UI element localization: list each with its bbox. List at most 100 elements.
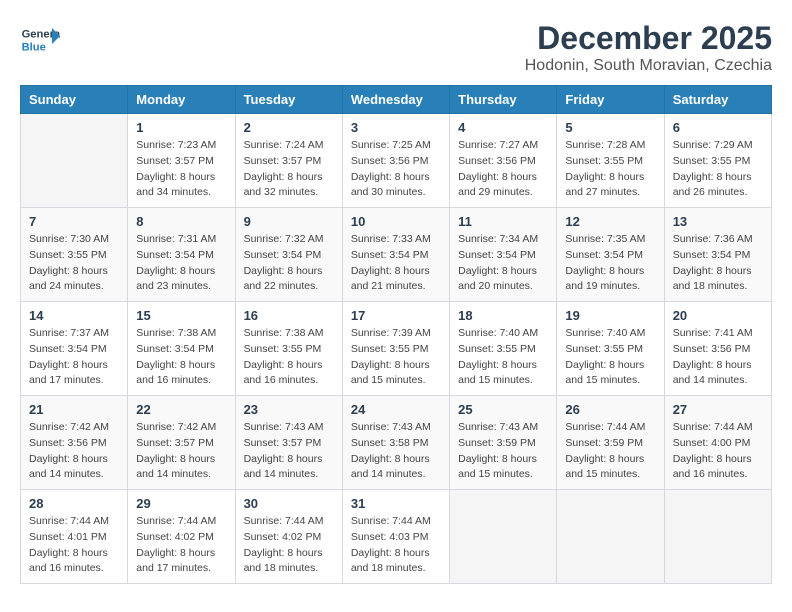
- calendar-week-row: 21Sunrise: 7:42 AM Sunset: 3:56 PM Dayli…: [21, 396, 772, 490]
- page-header: General Blue December 2025 Hodonin, Sout…: [20, 20, 772, 75]
- calendar-cell: 8 Sunrise: 7:31 AM Sunset: 3:54 PM Daylig…: [128, 208, 235, 302]
- day-number: 7: [29, 214, 119, 229]
- calendar-cell: 21Sunrise: 7:42 AM Sunset: 3:56 PM Dayli…: [21, 396, 128, 490]
- day-number: 19: [565, 308, 655, 323]
- calendar-cell: [557, 490, 664, 584]
- day-info: Sunrise: 7:43 AM Sunset: 3:59 PM Dayligh…: [458, 420, 548, 483]
- calendar-title: December 2025: [525, 20, 772, 57]
- calendar-cell: [664, 490, 771, 584]
- day-number: 21: [29, 402, 119, 417]
- calendar-header-row: SundayMondayTuesdayWednesdayThursdayFrid…: [21, 86, 772, 114]
- day-info: Sunrise: 7:25 AM Sunset: 3:56 PM Dayligh…: [351, 138, 441, 201]
- header-wednesday: Wednesday: [342, 86, 449, 114]
- svg-text:Blue: Blue: [22, 41, 46, 53]
- calendar-cell: 5 Sunrise: 7:28 AM Sunset: 3:55 PM Daylig…: [557, 114, 664, 208]
- day-number: 23: [244, 402, 334, 417]
- day-info: Sunrise: 7:38 AM Sunset: 3:54 PM Dayligh…: [136, 326, 226, 389]
- day-info: Sunrise: 7:36 AM Sunset: 3:54 PM Dayligh…: [673, 232, 763, 295]
- calendar-table: SundayMondayTuesdayWednesdayThursdayFrid…: [20, 85, 772, 584]
- day-number: 26: [565, 402, 655, 417]
- day-number: 16: [244, 308, 334, 323]
- day-number: 17: [351, 308, 441, 323]
- day-info: Sunrise: 7:44 AM Sunset: 4:01 PM Dayligh…: [29, 514, 119, 577]
- day-number: 5: [565, 120, 655, 135]
- day-number: 20: [673, 308, 763, 323]
- day-number: 11: [458, 214, 548, 229]
- day-number: 8: [136, 214, 226, 229]
- day-number: 3: [351, 120, 441, 135]
- calendar-cell: 25 Sunrise: 7:43 AM Sunset: 3:59 PM Dayli…: [450, 396, 557, 490]
- logo: General Blue: [20, 20, 64, 60]
- calendar-cell: 23 Sunrise: 7:43 AM Sunset: 3:57 PM Dayli…: [235, 396, 342, 490]
- calendar-cell: 4Sunrise: 7:27 AM Sunset: 3:56 PM Daylig…: [450, 114, 557, 208]
- header-sunday: Sunday: [21, 86, 128, 114]
- calendar-cell: 22 Sunrise: 7:42 AM Sunset: 3:57 PM Dayli…: [128, 396, 235, 490]
- calendar-cell: [450, 490, 557, 584]
- calendar-subtitle: Hodonin, South Moravian, Czechia: [525, 57, 772, 75]
- day-info: Sunrise: 7:40 AM Sunset: 3:55 PM Dayligh…: [458, 326, 548, 389]
- day-number: 28: [29, 496, 119, 511]
- day-number: 18: [458, 308, 548, 323]
- day-info: Sunrise: 7:31 AM Sunset: 3:54 PM Dayligh…: [136, 232, 226, 295]
- day-number: 22: [136, 402, 226, 417]
- calendar-cell: 24 Sunrise: 7:43 AM Sunset: 3:58 PM Dayli…: [342, 396, 449, 490]
- day-number: 10: [351, 214, 441, 229]
- day-number: 31: [351, 496, 441, 511]
- calendar-cell: 13 Sunrise: 7:36 AM Sunset: 3:54 PM Dayli…: [664, 208, 771, 302]
- calendar-cell: 3 Sunrise: 7:25 AM Sunset: 3:56 PM Daylig…: [342, 114, 449, 208]
- calendar-cell: 1Sunrise: 7:23 AM Sunset: 3:57 PM Daylig…: [128, 114, 235, 208]
- day-number: 25: [458, 402, 548, 417]
- calendar-cell: 9 Sunrise: 7:32 AM Sunset: 3:54 PM Daylig…: [235, 208, 342, 302]
- day-number: 30: [244, 496, 334, 511]
- day-info: Sunrise: 7:43 AM Sunset: 3:58 PM Dayligh…: [351, 420, 441, 483]
- day-info: Sunrise: 7:43 AM Sunset: 3:57 PM Dayligh…: [244, 420, 334, 483]
- day-info: Sunrise: 7:44 AM Sunset: 4:02 PM Dayligh…: [136, 514, 226, 577]
- day-info: Sunrise: 7:44 AM Sunset: 4:03 PM Dayligh…: [351, 514, 441, 577]
- header-thursday: Thursday: [450, 86, 557, 114]
- day-info: Sunrise: 7:27 AM Sunset: 3:56 PM Dayligh…: [458, 138, 548, 201]
- calendar-cell: 12 Sunrise: 7:35 AM Sunset: 3:54 PM Dayli…: [557, 208, 664, 302]
- day-number: 6: [673, 120, 763, 135]
- day-number: 9: [244, 214, 334, 229]
- day-info: Sunrise: 7:32 AM Sunset: 3:54 PM Dayligh…: [244, 232, 334, 295]
- calendar-week-row: 7 Sunrise: 7:30 AM Sunset: 3:55 PM Daylig…: [21, 208, 772, 302]
- day-info: Sunrise: 7:30 AM Sunset: 3:55 PM Dayligh…: [29, 232, 119, 295]
- day-info: Sunrise: 7:35 AM Sunset: 3:54 PM Dayligh…: [565, 232, 655, 295]
- calendar-cell: 19Sunrise: 7:40 AM Sunset: 3:55 PM Dayli…: [557, 302, 664, 396]
- day-info: Sunrise: 7:39 AM Sunset: 3:55 PM Dayligh…: [351, 326, 441, 389]
- calendar-cell: 28 Sunrise: 7:44 AM Sunset: 4:01 PM Dayli…: [21, 490, 128, 584]
- day-number: 27: [673, 402, 763, 417]
- calendar-cell: 18 Sunrise: 7:40 AM Sunset: 3:55 PM Dayli…: [450, 302, 557, 396]
- logo-icon: General Blue: [20, 20, 60, 60]
- header-saturday: Saturday: [664, 86, 771, 114]
- day-info: Sunrise: 7:24 AM Sunset: 3:57 PM Dayligh…: [244, 138, 334, 201]
- header-monday: Monday: [128, 86, 235, 114]
- day-info: Sunrise: 7:44 AM Sunset: 4:02 PM Dayligh…: [244, 514, 334, 577]
- calendar-cell: 31 Sunrise: 7:44 AM Sunset: 4:03 PM Dayli…: [342, 490, 449, 584]
- title-block: December 2025 Hodonin, South Moravian, C…: [525, 20, 772, 75]
- day-info: Sunrise: 7:29 AM Sunset: 3:55 PM Dayligh…: [673, 138, 763, 201]
- day-number: 12: [565, 214, 655, 229]
- header-tuesday: Tuesday: [235, 86, 342, 114]
- day-info: Sunrise: 7:42 AM Sunset: 3:57 PM Dayligh…: [136, 420, 226, 483]
- calendar-cell: 6 Sunrise: 7:29 AM Sunset: 3:55 PM Daylig…: [664, 114, 771, 208]
- day-info: Sunrise: 7:33 AM Sunset: 3:54 PM Dayligh…: [351, 232, 441, 295]
- day-number: 14: [29, 308, 119, 323]
- calendar-week-row: 14Sunrise: 7:37 AM Sunset: 3:54 PM Dayli…: [21, 302, 772, 396]
- day-info: Sunrise: 7:28 AM Sunset: 3:55 PM Dayligh…: [565, 138, 655, 201]
- calendar-cell: 7 Sunrise: 7:30 AM Sunset: 3:55 PM Daylig…: [21, 208, 128, 302]
- calendar-cell: 2 Sunrise: 7:24 AM Sunset: 3:57 PM Daylig…: [235, 114, 342, 208]
- calendar-cell: 20Sunrise: 7:41 AM Sunset: 3:56 PM Dayli…: [664, 302, 771, 396]
- day-number: 15: [136, 308, 226, 323]
- day-number: 24: [351, 402, 441, 417]
- day-number: 13: [673, 214, 763, 229]
- day-info: Sunrise: 7:38 AM Sunset: 3:55 PM Dayligh…: [244, 326, 334, 389]
- calendar-cell: 14Sunrise: 7:37 AM Sunset: 3:54 PM Dayli…: [21, 302, 128, 396]
- calendar-week-row: 1Sunrise: 7:23 AM Sunset: 3:57 PM Daylig…: [21, 114, 772, 208]
- calendar-cell: 29Sunrise: 7:44 AM Sunset: 4:02 PM Dayli…: [128, 490, 235, 584]
- calendar-cell: 10 Sunrise: 7:33 AM Sunset: 3:54 PM Dayli…: [342, 208, 449, 302]
- day-number: 2: [244, 120, 334, 135]
- day-info: Sunrise: 7:44 AM Sunset: 4:00 PM Dayligh…: [673, 420, 763, 483]
- day-number: 1: [136, 120, 226, 135]
- calendar-week-row: 28 Sunrise: 7:44 AM Sunset: 4:01 PM Dayli…: [21, 490, 772, 584]
